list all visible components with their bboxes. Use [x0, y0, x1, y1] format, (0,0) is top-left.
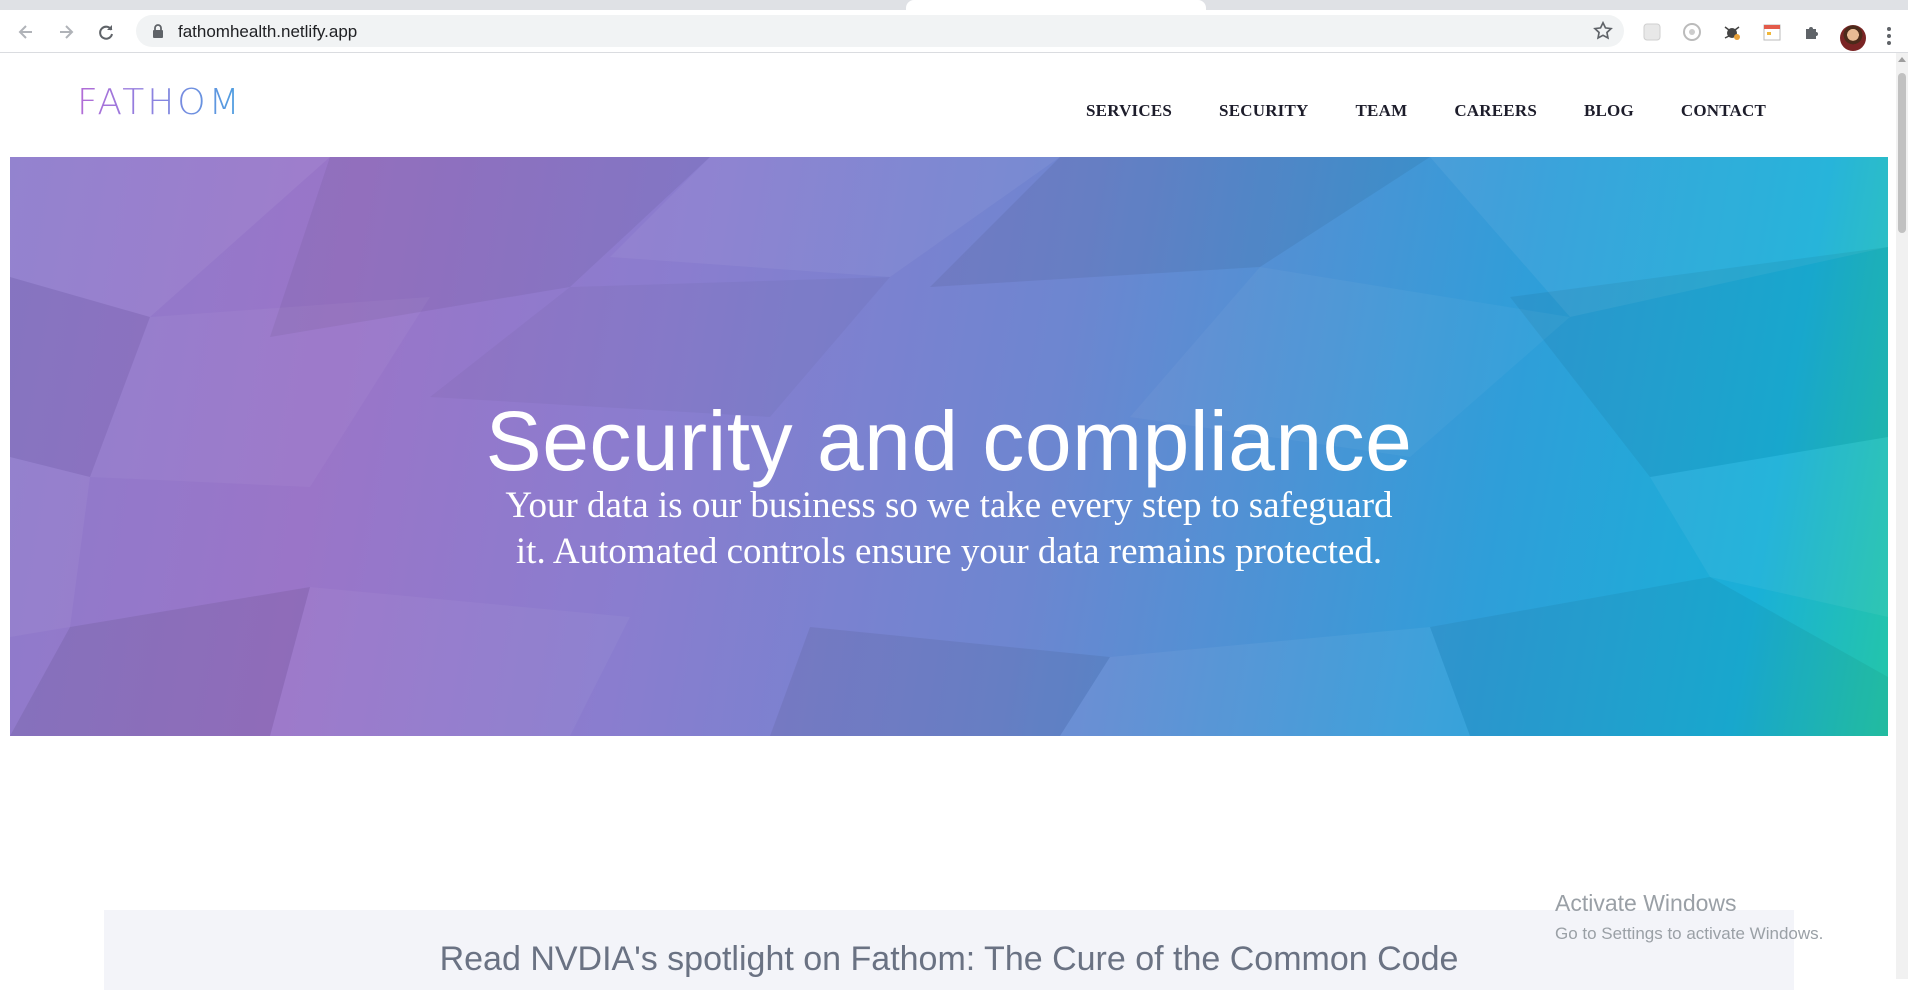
nav-contact[interactable]: CONTACT [1681, 101, 1766, 121]
scroll-thumb[interactable] [1898, 73, 1906, 233]
hero-banner: Security and compliance Your data is our… [10, 157, 1888, 736]
extension-icon[interactable] [1680, 20, 1704, 44]
nav-team[interactable]: TEAM [1356, 101, 1408, 121]
hero-title: Security and compliance [485, 394, 1413, 489]
nav-security[interactable]: SECURITY [1219, 101, 1308, 121]
forward-arrow-icon[interactable] [52, 18, 80, 46]
nav-careers[interactable]: CAREERS [1454, 101, 1537, 121]
activate-windows-title: Activate Windows [1555, 890, 1737, 916]
profile-avatar[interactable] [1840, 25, 1866, 51]
extension-icon[interactable] [1640, 20, 1664, 44]
bookmark-star-icon[interactable] [1592, 20, 1614, 42]
hero-subtitle-line: Your data is our business so we take eve… [505, 485, 1393, 526]
address-bar[interactable]: fathomhealth.netlify.app [136, 15, 1624, 47]
spotlight-banner: Read NVDIA's spotlight on Fathom: The Cu… [104, 910, 1794, 990]
active-tab[interactable] [906, 0, 1206, 10]
hero-subtitle-line: it. Automated controls ensure your data … [515, 531, 1383, 572]
puzzle-extensions-icon[interactable] [1800, 20, 1824, 44]
scroll-up-arrow-icon[interactable] [1898, 57, 1906, 62]
lock-icon[interactable] [150, 23, 166, 39]
nav-blog[interactable]: BLOG [1584, 101, 1634, 121]
logo[interactable]: FATHOM [77, 82, 243, 123]
main-nav: SERVICES SECURITY TEAM CAREERS BLOG CONT… [1086, 101, 1766, 121]
page-scrollbar[interactable] [1896, 53, 1908, 979]
spotlight-link[interactable]: Read NVDIA's spotlight on Fathom: The Cu… [104, 940, 1794, 979]
nav-services[interactable]: SERVICES [1086, 101, 1172, 121]
site-header: FATHOM SERVICES SECURITY TEAM CAREERS BL… [0, 53, 1896, 157]
browser-toolbar: fathomhealth.netlify.app [0, 10, 1908, 53]
hero-subtitle: Your data is our business so we take eve… [10, 483, 1888, 575]
back-arrow-icon[interactable] [12, 18, 40, 46]
extension-icon[interactable] [1760, 20, 1784, 44]
reload-icon[interactable] [92, 18, 120, 46]
activate-windows-subtitle: Go to Settings to activate Windows. [1555, 924, 1824, 943]
url-text[interactable]: fathomhealth.netlify.app [178, 22, 357, 42]
menu-icon[interactable] [1884, 24, 1894, 48]
extension-icon[interactable] [1720, 20, 1744, 44]
tab-strip [0, 0, 1908, 10]
